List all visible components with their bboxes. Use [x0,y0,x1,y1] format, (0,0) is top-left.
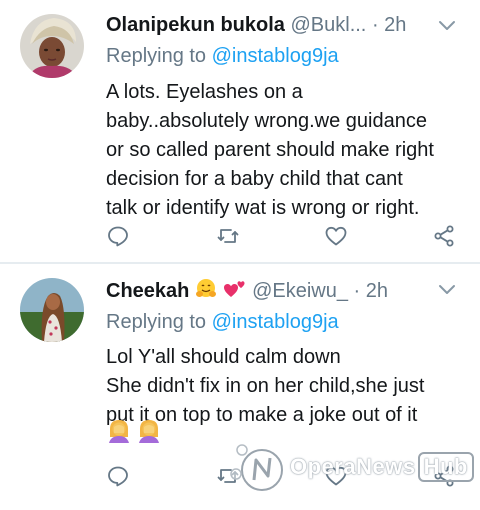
separator-dot: · [353,280,361,302]
hugging-face-icon [195,278,217,306]
avatar[interactable] [20,14,84,78]
tweet-text-line: Lol Y'all should calm down [106,346,341,368]
tweet-header: Cheekah @Ekeiwu_ · 2h [106,278,388,304]
timestamp[interactable]: 2h [384,14,406,36]
reply-icon[interactable] [106,464,130,488]
author-handle[interactable]: @Bukl... [290,14,366,36]
retweet-icon[interactable] [216,224,240,248]
woman-facepalming-icon [136,417,162,448]
like-icon[interactable] [324,224,348,248]
two-hearts-icon [223,278,247,306]
author-name[interactable]: Olanipekun bukola [106,14,285,36]
mention-link[interactable]: @instablog9ja [212,311,339,333]
replying-to: Replying to @instablog9ja [106,311,339,334]
avatar[interactable] [20,278,84,342]
retweet-icon[interactable] [216,464,240,488]
tweet[interactable]: Cheekah @Ekeiwu_ · 2h Replying to @insta… [0,264,480,510]
tweet-text-line: She didn't fix in on her child,she just [106,375,425,397]
woman-facepalming-icon [106,417,132,448]
tweet-header: Olanipekun bukola @Bukl... · 2h [106,14,406,40]
tweet-actions [106,464,462,488]
tweet-text-line: A lots. Eyelashes on a [106,81,303,103]
replying-to: Replying to @instablog9ja [106,45,339,68]
replying-prefix: Replying to [106,45,207,67]
tweet-text-line: talk or identify wat is wrong or right. [106,197,420,219]
chevron-down-icon[interactable] [438,280,456,298]
author-name[interactable]: Cheekah [106,280,189,302]
separator-dot: · [371,14,379,36]
tweet-text-line: decision for a baby child that cant [106,168,403,190]
tweet-text: A lots. Eyelashes on a baby..absolutely … [106,78,466,223]
tweet-actions [106,224,462,248]
replying-prefix: Replying to [106,311,207,333]
tweet-emojis [106,417,162,443]
like-icon[interactable] [324,464,348,488]
share-icon[interactable] [432,224,456,248]
timestamp[interactable]: 2h [366,280,388,302]
mention-link[interactable]: @instablog9ja [212,45,339,67]
tweet-text-line: or so called parent should make right [106,139,434,161]
tweet-text-line: baby..absolutely wrong.we guidance [106,110,427,132]
chevron-down-icon[interactable] [438,16,456,34]
tweet[interactable]: Olanipekun bukola @Bukl... · 2h Replying… [0,0,480,262]
author-handle[interactable]: @Ekeiwu_ [252,280,348,302]
share-icon[interactable] [432,464,456,488]
reply-icon[interactable] [106,224,130,248]
